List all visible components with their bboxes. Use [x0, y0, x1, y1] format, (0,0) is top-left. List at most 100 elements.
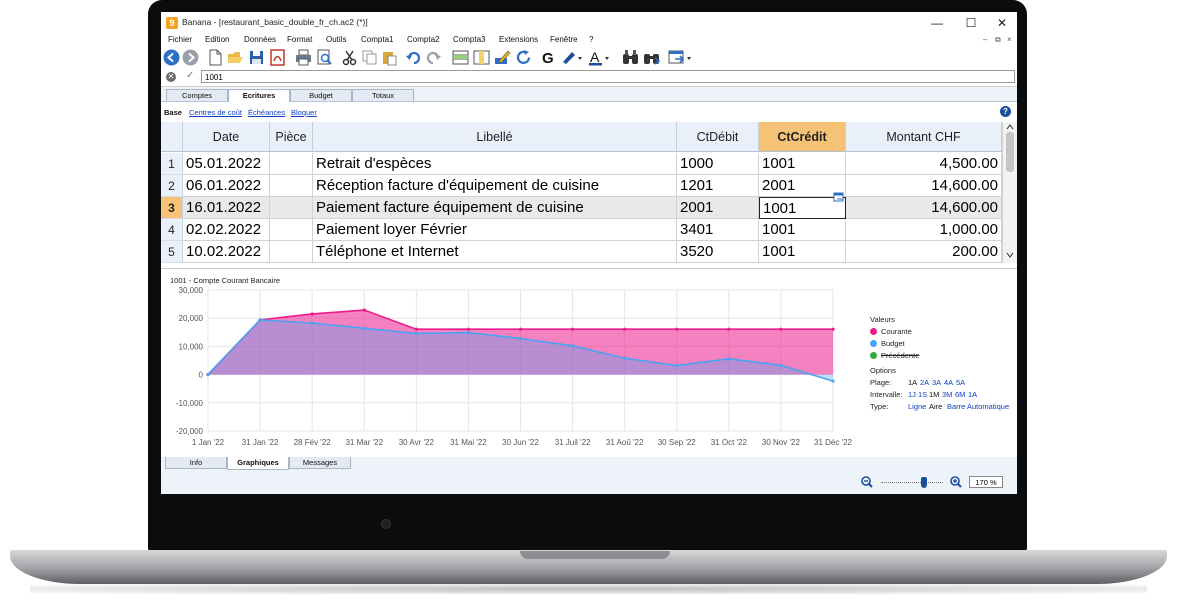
intervalle-6m[interactable]: 6M: [955, 390, 965, 399]
scroll-thumb[interactable]: [1006, 132, 1014, 172]
tab-messages[interactable]: Messages: [289, 457, 351, 469]
insert-row-icon[interactable]: [452, 49, 469, 66]
cell-piece[interactable]: [270, 219, 313, 241]
menu-fichier[interactable]: Fichier: [168, 35, 192, 44]
type-ligne[interactable]: Ligne: [908, 402, 926, 411]
open-folder-icon[interactable]: [227, 49, 244, 66]
row-number[interactable]: 1: [161, 153, 183, 175]
cell-ctdebit[interactable]: 3401: [677, 219, 759, 241]
intervalle-3m[interactable]: 3M: [942, 390, 952, 399]
replace-icon[interactable]: [643, 49, 660, 66]
plage-4a[interactable]: 4A: [944, 378, 953, 387]
cell-date[interactable]: 16.01.2022: [183, 197, 270, 219]
menu-help[interactable]: ?: [589, 35, 593, 44]
cell-libelle[interactable]: Réception facture d'équipement de cuisin…: [313, 175, 677, 197]
new-file-icon[interactable]: [207, 49, 224, 66]
pdf-icon[interactable]: [269, 49, 286, 66]
cell-date[interactable]: 06.01.2022: [183, 175, 270, 197]
zoom-out-icon[interactable]: [861, 476, 873, 488]
refresh-icon[interactable]: [515, 49, 532, 66]
cell-date[interactable]: 10.02.2022: [183, 241, 270, 263]
legend-item-budget[interactable]: Budget: [870, 339, 905, 348]
cell-date[interactable]: 02.02.2022: [183, 219, 270, 241]
column-header-montant[interactable]: Montant CHF: [846, 122, 1002, 152]
scroll-up-icon[interactable]: [1006, 124, 1014, 130]
cell-montant[interactable]: 1,000.00: [846, 219, 1002, 241]
view-base[interactable]: Base: [164, 108, 182, 117]
plage-1a[interactable]: 1A: [908, 378, 917, 387]
menu-compta3[interactable]: Compta3: [453, 35, 485, 44]
cell-piece[interactable]: [270, 241, 313, 263]
view-link-bloquer[interactable]: Bloquer: [291, 108, 317, 117]
confirm-edit-icon[interactable]: ✓: [186, 70, 194, 81]
type-automatique[interactable]: Automatique: [967, 402, 1009, 411]
menu-edition[interactable]: Edition: [205, 35, 229, 44]
undo-icon[interactable]: [405, 49, 422, 66]
scroll-down-icon[interactable]: [1006, 252, 1014, 258]
cancel-edit-icon[interactable]: ✕: [166, 72, 176, 82]
print-preview-icon[interactable]: [316, 49, 333, 66]
menu-donnees[interactable]: Données: [244, 35, 276, 44]
cell-piece[interactable]: [270, 197, 313, 219]
cell-piece[interactable]: [270, 153, 313, 175]
save-icon[interactable]: [248, 49, 265, 66]
cell-montant[interactable]: 200.00: [846, 241, 1002, 263]
cell-ctdebit[interactable]: 3520: [677, 241, 759, 263]
plage-2a[interactable]: 2A: [920, 378, 929, 387]
paste-icon[interactable]: [381, 49, 398, 66]
add-column-icon[interactable]: [473, 49, 490, 66]
tab-comptes[interactable]: Comptes: [166, 89, 228, 101]
view-link-echeances[interactable]: Échéances: [248, 108, 285, 117]
cell-date[interactable]: 05.01.2022: [183, 153, 270, 175]
intervalle-1s[interactable]: 1S: [918, 390, 927, 399]
menu-extensions[interactable]: Extensions: [499, 35, 538, 44]
cell-ctdebit[interactable]: 1201: [677, 175, 759, 197]
copy-icon[interactable]: [361, 49, 378, 66]
tab-totaux[interactable]: Totaux: [352, 89, 414, 101]
cell-libelle[interactable]: Paiement loyer Février: [313, 219, 677, 241]
cell-libelle[interactable]: Téléphone et Internet: [313, 241, 677, 263]
plage-5a[interactable]: 5A: [956, 378, 965, 387]
cell-montant[interactable]: 4,500.00: [846, 153, 1002, 175]
cell-montant[interactable]: 14,600.00: [846, 175, 1002, 197]
menu-compta2[interactable]: Compta2: [407, 35, 439, 44]
column-header-libelle[interactable]: Libellé: [313, 122, 677, 152]
zoom-level-field[interactable]: 170 %: [969, 476, 1003, 488]
cell-ctcredit[interactable]: 1001: [759, 219, 846, 241]
column-header-ctdebit[interactable]: CtDébit: [677, 122, 759, 152]
cell-montant[interactable]: 14,600.00: [846, 197, 1002, 219]
menu-outils[interactable]: Outils: [326, 35, 346, 44]
menu-fenetre[interactable]: Fenêtre: [550, 35, 578, 44]
legend-item-precedente[interactable]: Précédente: [870, 351, 919, 360]
tab-budget[interactable]: Budget: [290, 89, 352, 101]
legend-item-courante[interactable]: Courante: [870, 327, 912, 336]
row-number[interactable]: 3: [161, 197, 183, 219]
close-button[interactable]: ✕: [987, 14, 1017, 32]
tab-info[interactable]: Info: [165, 457, 227, 469]
back-icon[interactable]: [163, 49, 180, 66]
intervalle-1m[interactable]: 1M: [929, 390, 939, 399]
redo-icon[interactable]: [425, 49, 442, 66]
edit-pen-icon[interactable]: [494, 49, 511, 66]
row-number[interactable]: 4: [161, 219, 183, 241]
zoom-slider-track[interactable]: [881, 482, 943, 484]
type-aire[interactable]: Aire: [929, 402, 942, 411]
highlight-color-icon[interactable]: [561, 49, 585, 66]
menu-format[interactable]: Format: [287, 35, 312, 44]
cell-value-input[interactable]: 1001: [201, 70, 1015, 83]
menu-compta1[interactable]: Compta1: [361, 35, 393, 44]
font-color-icon[interactable]: A: [588, 49, 612, 66]
cell-ctcredit[interactable]: 1001: [759, 153, 846, 175]
cell-ctcredit[interactable]: 1001: [759, 241, 846, 263]
intervalle-1a[interactable]: 1A: [968, 390, 977, 399]
zoom-in-icon[interactable]: [950, 476, 962, 488]
column-header-ctcredit[interactable]: CtCrédit: [759, 122, 846, 152]
mdi-close-button[interactable]: ×: [1007, 35, 1012, 44]
cell-piece[interactable]: [270, 175, 313, 197]
cell-libelle[interactable]: Paiement facture équipement de cuisine: [313, 197, 677, 219]
cell-dropdown-icon[interactable]: [833, 192, 845, 203]
print-icon[interactable]: [295, 49, 312, 66]
mdi-minimize-button[interactable]: –: [983, 35, 987, 44]
bold-icon[interactable]: G: [539, 49, 556, 66]
type-barre[interactable]: Barre: [947, 402, 965, 411]
